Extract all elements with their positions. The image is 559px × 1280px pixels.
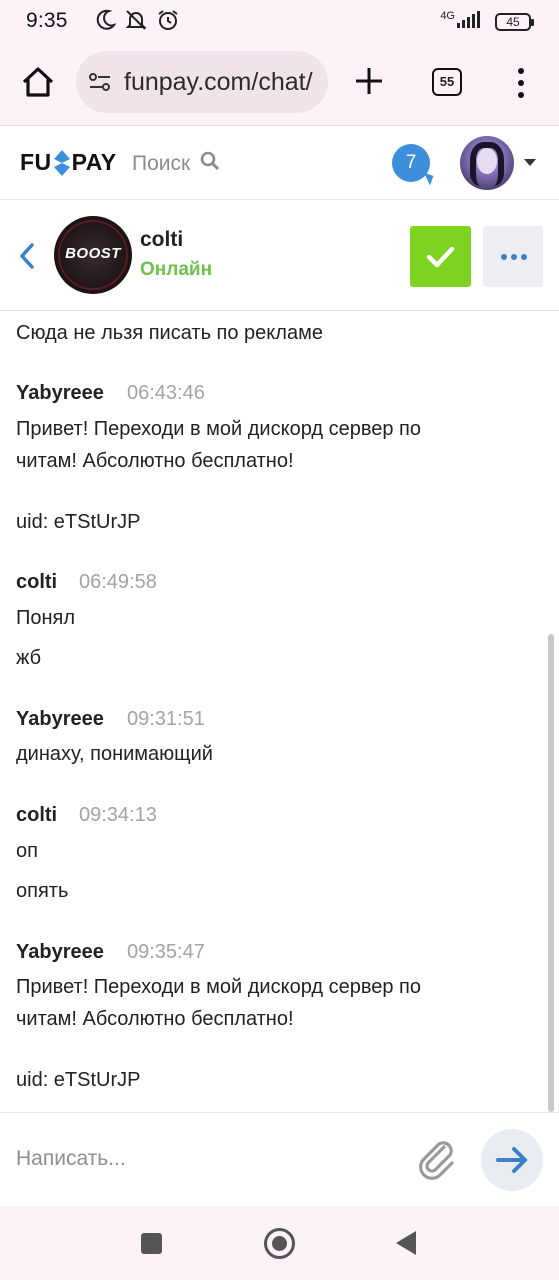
tabs-icon[interactable]: 55 — [432, 68, 462, 96]
arrow-right-icon — [496, 1147, 527, 1173]
message-author[interactable]: colti — [16, 571, 57, 594]
send-button[interactable] — [481, 1129, 543, 1191]
notification-badge[interactable]: 7 — [392, 144, 430, 182]
message-text: опять — [16, 880, 69, 902]
contact-avatar[interactable]: BOOST — [54, 216, 132, 294]
message-list[interactable]: Сюда не льзя писать по рекламе Yabyreee … — [0, 312, 559, 1112]
message-author[interactable]: Yabyreee — [16, 708, 104, 731]
battery-icon: 45 — [495, 12, 534, 31]
message-author[interactable]: Yabyreee — [16, 382, 104, 405]
message-input[interactable] — [16, 1147, 396, 1171]
site-settings-icon[interactable] — [88, 71, 112, 93]
search-label: Поиск — [132, 152, 191, 175]
search-icon — [200, 151, 220, 177]
funpay-logo[interactable]: FU PAY — [20, 149, 117, 176]
new-tab-icon[interactable] — [352, 64, 386, 98]
message-time: 09:31:51 — [127, 708, 205, 730]
message-text: читам! Абсолютно бесплатно! — [16, 450, 294, 472]
chevron-down-icon[interactable] — [524, 159, 536, 166]
avatar-logo-text: BOOST — [65, 245, 121, 262]
logo-text-left: FU — [20, 149, 52, 175]
browser-toolbar: funpay.com/chat/ 55 — [0, 40, 559, 126]
avatar-face — [477, 148, 497, 174]
address-bar[interactable]: funpay.com/chat/ — [76, 51, 328, 113]
message-text: Привет! Переходи в мой дискорд сервер по — [16, 976, 421, 998]
message-time: 09:35:47 — [127, 941, 205, 963]
message-text: динаху, понимающий — [16, 743, 213, 765]
moon-icon — [96, 9, 117, 36]
scrollbar[interactable] — [548, 634, 554, 1112]
back-triangle-icon[interactable] — [396, 1231, 416, 1255]
message-text: uid: eTStUrJP — [16, 511, 141, 533]
message-time: 09:34:13 — [79, 804, 157, 826]
menu-icon[interactable] — [512, 66, 530, 100]
logo-text-right: PAY — [71, 149, 117, 175]
message-author[interactable]: Yabyreee — [16, 941, 104, 964]
message-time: 06:43:46 — [127, 382, 205, 404]
contact-status: Онлайн — [140, 259, 213, 280]
system-nav-bar — [0, 1206, 559, 1280]
signal-icon — [457, 9, 485, 34]
status-bar: 9:35 4G 45 — [0, 0, 559, 40]
recents-icon[interactable] — [141, 1233, 162, 1254]
status-time: 9:35 — [26, 9, 68, 32]
alarm-icon — [156, 9, 180, 36]
logo-diamond-icon — [53, 149, 71, 176]
message-text: читам! Абсолютно бесплатно! — [16, 1008, 294, 1030]
more-options-button[interactable] — [483, 226, 543, 287]
status-icons-right: 4G 45 — [440, 9, 534, 34]
message-composer — [0, 1112, 559, 1206]
message-text: Привет! Переходи в мой дискорд сервер по — [16, 418, 421, 440]
chat-header: BOOST colti Онлайн — [0, 201, 559, 311]
confirm-button[interactable] — [410, 226, 471, 287]
user-avatar[interactable] — [460, 136, 514, 190]
message-text: Сюда не льзя писать по рекламе — [16, 322, 323, 344]
paperclip-icon[interactable] — [414, 1135, 460, 1181]
site-header: FU PAY Поиск 7 — [0, 127, 559, 200]
contact-name[interactable]: colti — [140, 228, 183, 252]
search-button[interactable]: Поиск — [132, 151, 220, 177]
back-arrow-icon[interactable] — [16, 241, 38, 271]
message-text: оп — [16, 840, 38, 862]
checkmark-icon — [426, 246, 455, 268]
message-text: Понял — [16, 607, 76, 629]
message-text: uid: eTStUrJP — [16, 1069, 141, 1091]
message-author[interactable]: colti — [16, 804, 57, 827]
ellipsis-icon — [501, 254, 527, 260]
network-type: 4G — [440, 9, 455, 22]
status-icons-left — [96, 9, 180, 36]
home-circle-icon[interactable] — [264, 1228, 295, 1259]
home-icon[interactable] — [18, 62, 58, 102]
url-text: funpay.com/chat/ — [124, 68, 313, 96]
muted-bell-icon — [124, 9, 148, 36]
message-text: жб — [16, 647, 42, 669]
message-time: 06:49:58 — [79, 571, 157, 593]
